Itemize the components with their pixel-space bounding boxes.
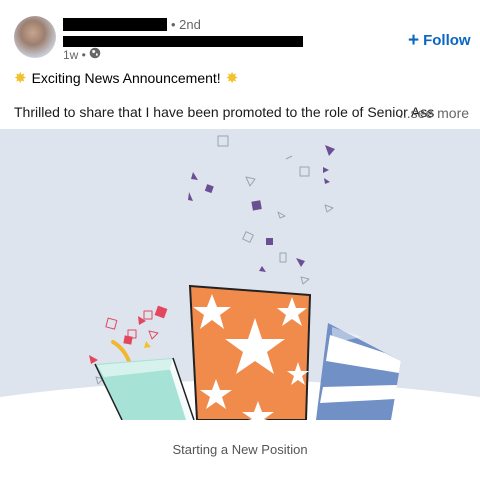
globe-icon — [89, 47, 101, 62]
celebration-illustration[interactable] — [0, 129, 480, 420]
orange-present — [188, 284, 312, 420]
author-headline-redacted — [63, 36, 303, 47]
blue-present — [316, 323, 401, 420]
star-icon: ✸ — [14, 70, 27, 87]
follow-button[interactable]: + Follow — [408, 31, 471, 50]
post-body: Thrilled to share that I have been promo… — [14, 104, 435, 120]
post-time-label: 1w • — [63, 47, 86, 62]
star-icon: ✸ — [225, 70, 239, 87]
author-name-redacted[interactable] — [63, 18, 167, 31]
connection-degree: • 2nd — [171, 17, 201, 32]
follow-label: Follow — [423, 32, 471, 49]
post-headline: ✸ Exciting News Announcement! ✸ — [14, 69, 238, 87]
media-caption: Starting a New Position — [172, 442, 308, 457]
avatar[interactable] — [14, 16, 56, 58]
plus-icon: + — [408, 30, 420, 51]
presents-confetti-graphic — [0, 135, 480, 420]
headline-text: Exciting News Announcement! — [31, 70, 221, 86]
post-time: 1w • — [63, 47, 101, 62]
see-more-link[interactable]: ...see more — [399, 105, 469, 121]
